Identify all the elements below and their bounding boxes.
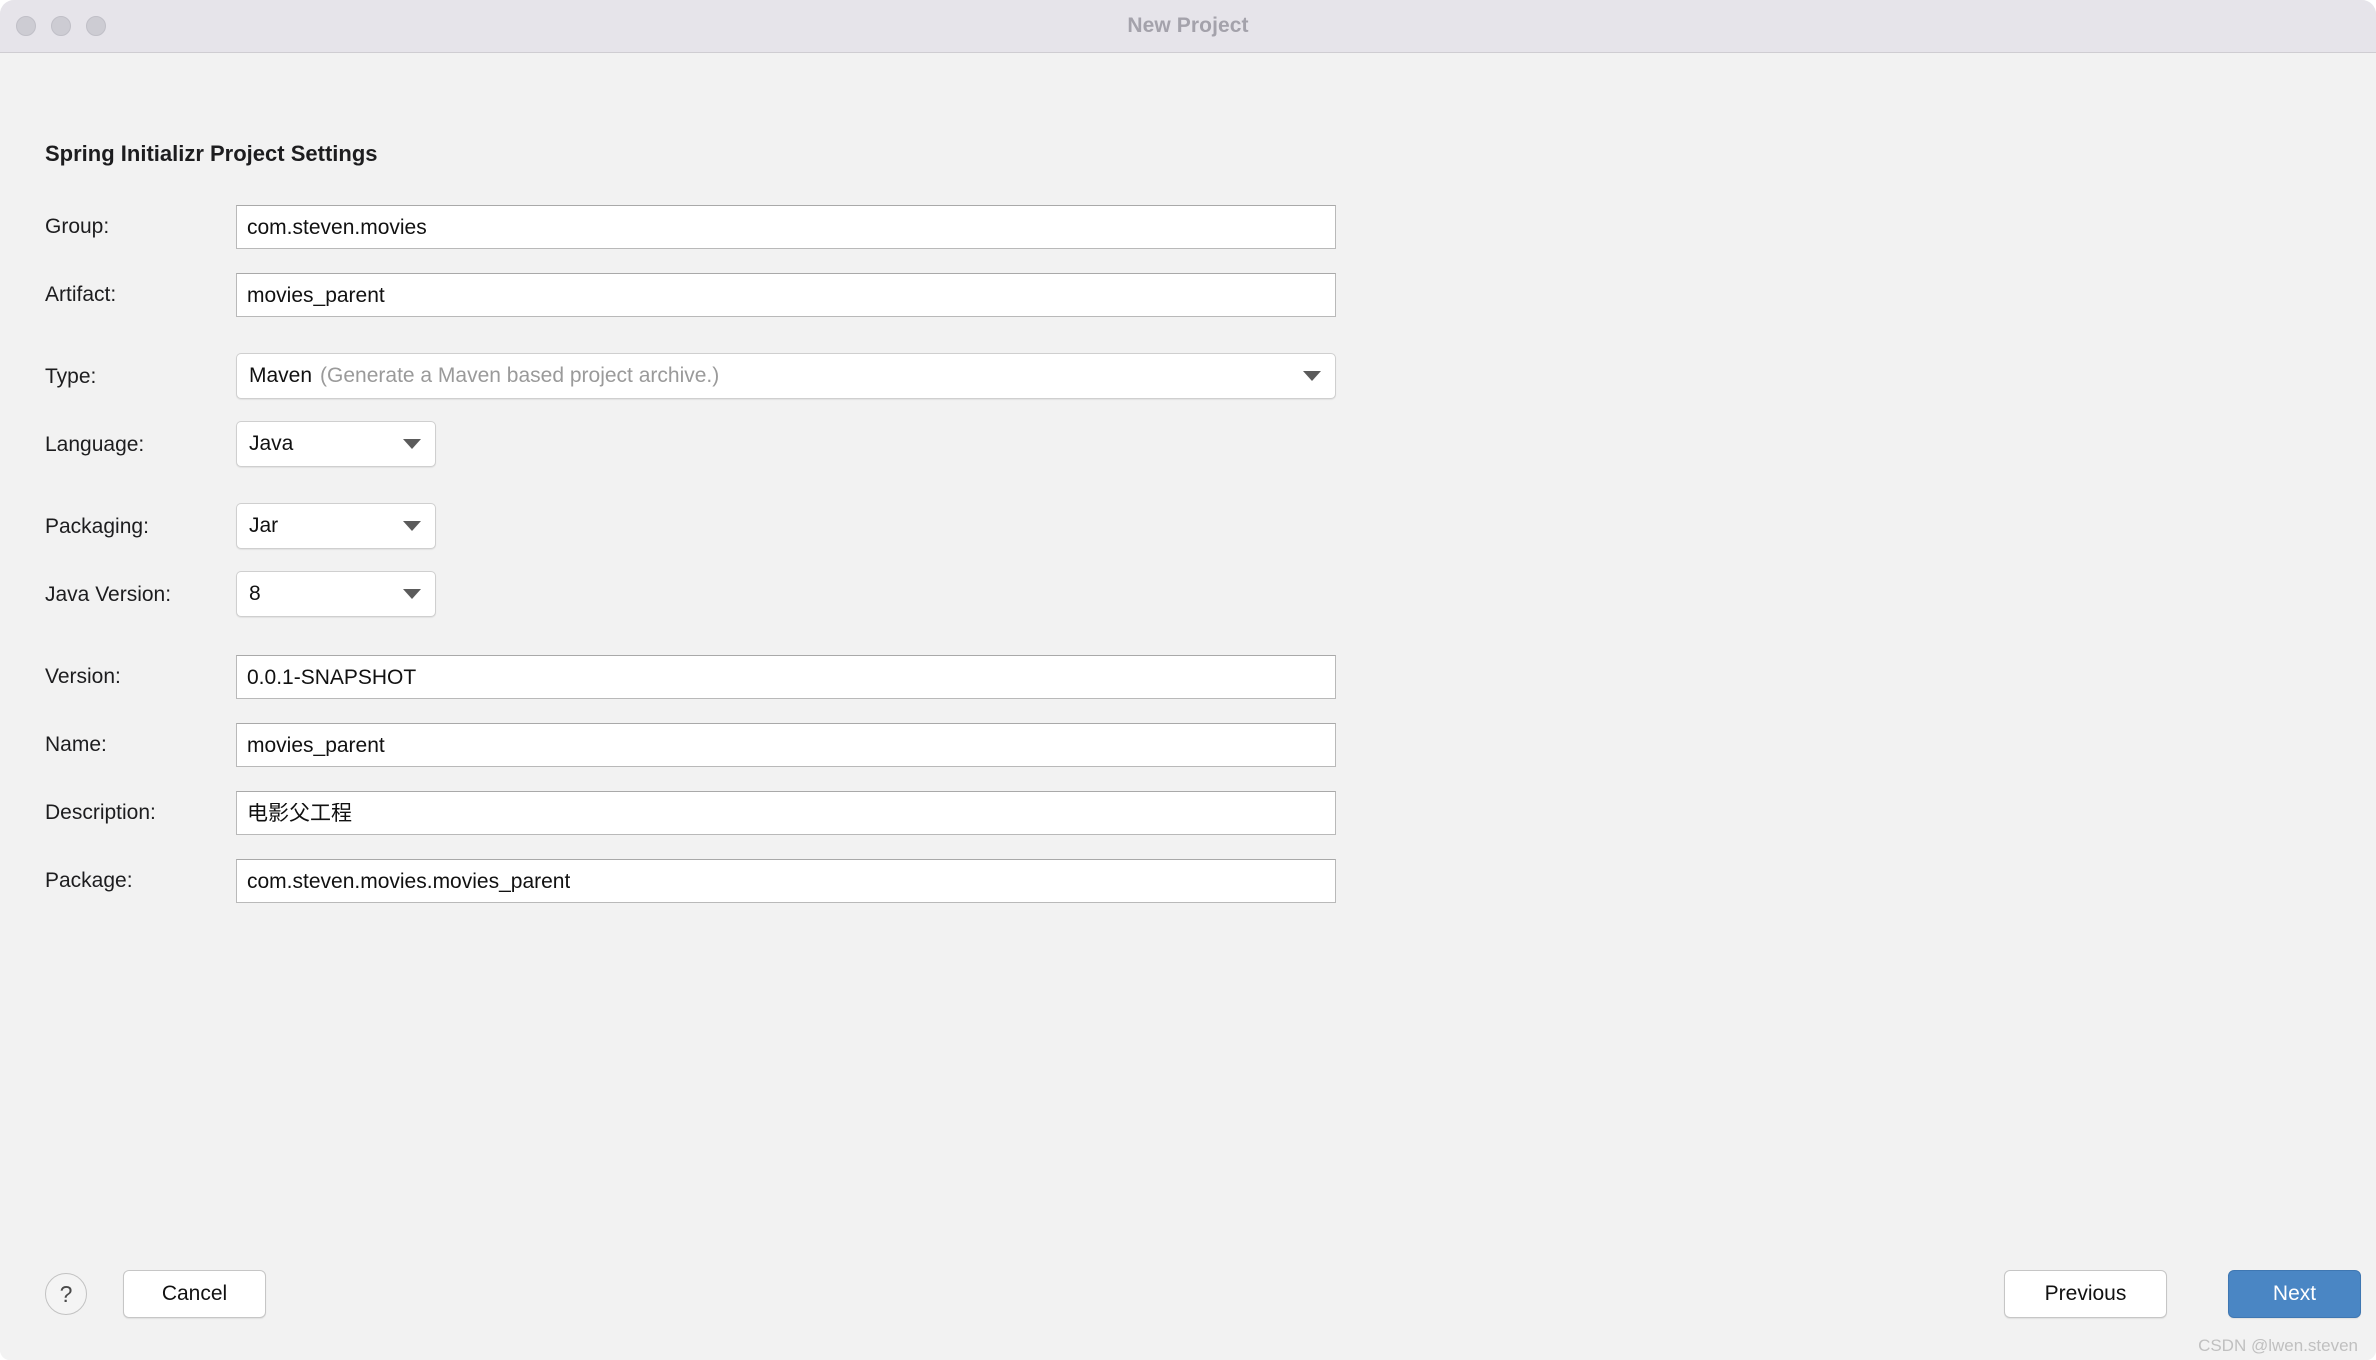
version-value: 0.0.1-SNAPSHOT: [247, 666, 417, 688]
chevron-down-icon: [403, 589, 421, 599]
new-project-dialog: New Project Spring Initializr Project Se…: [0, 0, 2376, 1360]
cancel-button[interactable]: Cancel: [123, 1270, 266, 1318]
dialog-footer: ? Cancel Previous Next CSDN @lwen.steven: [0, 1255, 2376, 1360]
package-value: com.steven.movies.movies_parent: [247, 870, 571, 892]
java-version-value: 8: [249, 582, 261, 605]
previous-button[interactable]: Previous: [2004, 1270, 2167, 1318]
form-row-packaging: Packaging: Jar: [0, 493, 2376, 561]
form-row-java-version: Java Version: 8: [0, 561, 2376, 629]
version-input[interactable]: 0.0.1-SNAPSHOT: [236, 655, 1336, 699]
chevron-down-icon: [403, 521, 421, 531]
form-row-name: Name: movies_parent: [0, 711, 2376, 779]
group-input[interactable]: com.steven.movies: [236, 205, 1336, 249]
language-dropdown[interactable]: Java: [236, 421, 436, 467]
form-row-language: Language: Java: [0, 411, 2376, 479]
project-settings-form: Group: com.steven.movies Artifact: movie…: [0, 193, 2376, 915]
artifact-input[interactable]: movies_parent: [236, 273, 1336, 317]
next-button[interactable]: Next: [2228, 1270, 2361, 1318]
packaging-value: Jar: [249, 514, 279, 537]
form-row-version: Version: 0.0.1-SNAPSHOT: [0, 643, 2376, 711]
chevron-down-icon: [403, 439, 421, 449]
packaging-dropdown[interactable]: Jar: [236, 503, 436, 549]
package-label: Package:: [45, 869, 133, 892]
packaging-label: Packaging:: [45, 515, 149, 538]
type-value: Maven: [249, 364, 313, 387]
description-value: 电影父工程: [247, 802, 352, 824]
package-input[interactable]: com.steven.movies.movies_parent: [236, 859, 1336, 903]
artifact-value: movies_parent: [247, 284, 385, 306]
form-row-group: Group: com.steven.movies: [0, 193, 2376, 261]
type-hint: (Generate a Maven based project archive.…: [320, 364, 720, 387]
watermark: CSDN @lwen.steven: [2198, 1336, 2358, 1355]
name-label: Name:: [45, 733, 107, 756]
form-row-type: Type: Maven (Generate a Maven based proj…: [0, 343, 2376, 411]
window-titlebar: New Project: [0, 0, 2376, 53]
java-version-dropdown[interactable]: 8: [236, 571, 436, 617]
page-title: Spring Initializr Project Settings: [45, 141, 378, 166]
help-button[interactable]: ?: [45, 1273, 87, 1315]
group-label: Group:: [45, 215, 110, 238]
type-label: Type:: [45, 365, 97, 388]
artifact-label: Artifact:: [45, 283, 117, 306]
description-label: Description:: [45, 801, 156, 824]
language-label: Language:: [45, 433, 145, 456]
name-input[interactable]: movies_parent: [236, 723, 1336, 767]
chevron-down-icon: [1303, 371, 1321, 381]
name-value: movies_parent: [247, 734, 385, 756]
window-title: New Project: [1127, 14, 1249, 37]
form-row-description: Description: 电影父工程: [0, 779, 2376, 847]
dialog-content: Spring Initializr Project Settings Group…: [0, 53, 2376, 1360]
form-row-package: Package: com.steven.movies.movies_parent: [0, 847, 2376, 915]
language-value: Java: [249, 432, 294, 455]
group-value: com.steven.movies: [247, 216, 427, 238]
type-dropdown[interactable]: Maven (Generate a Maven based project ar…: [236, 353, 1336, 399]
form-row-artifact: Artifact: movies_parent: [0, 261, 2376, 329]
java-version-label: Java Version:: [45, 583, 172, 606]
description-input[interactable]: 电影父工程: [236, 791, 1336, 835]
version-label: Version:: [45, 665, 121, 688]
